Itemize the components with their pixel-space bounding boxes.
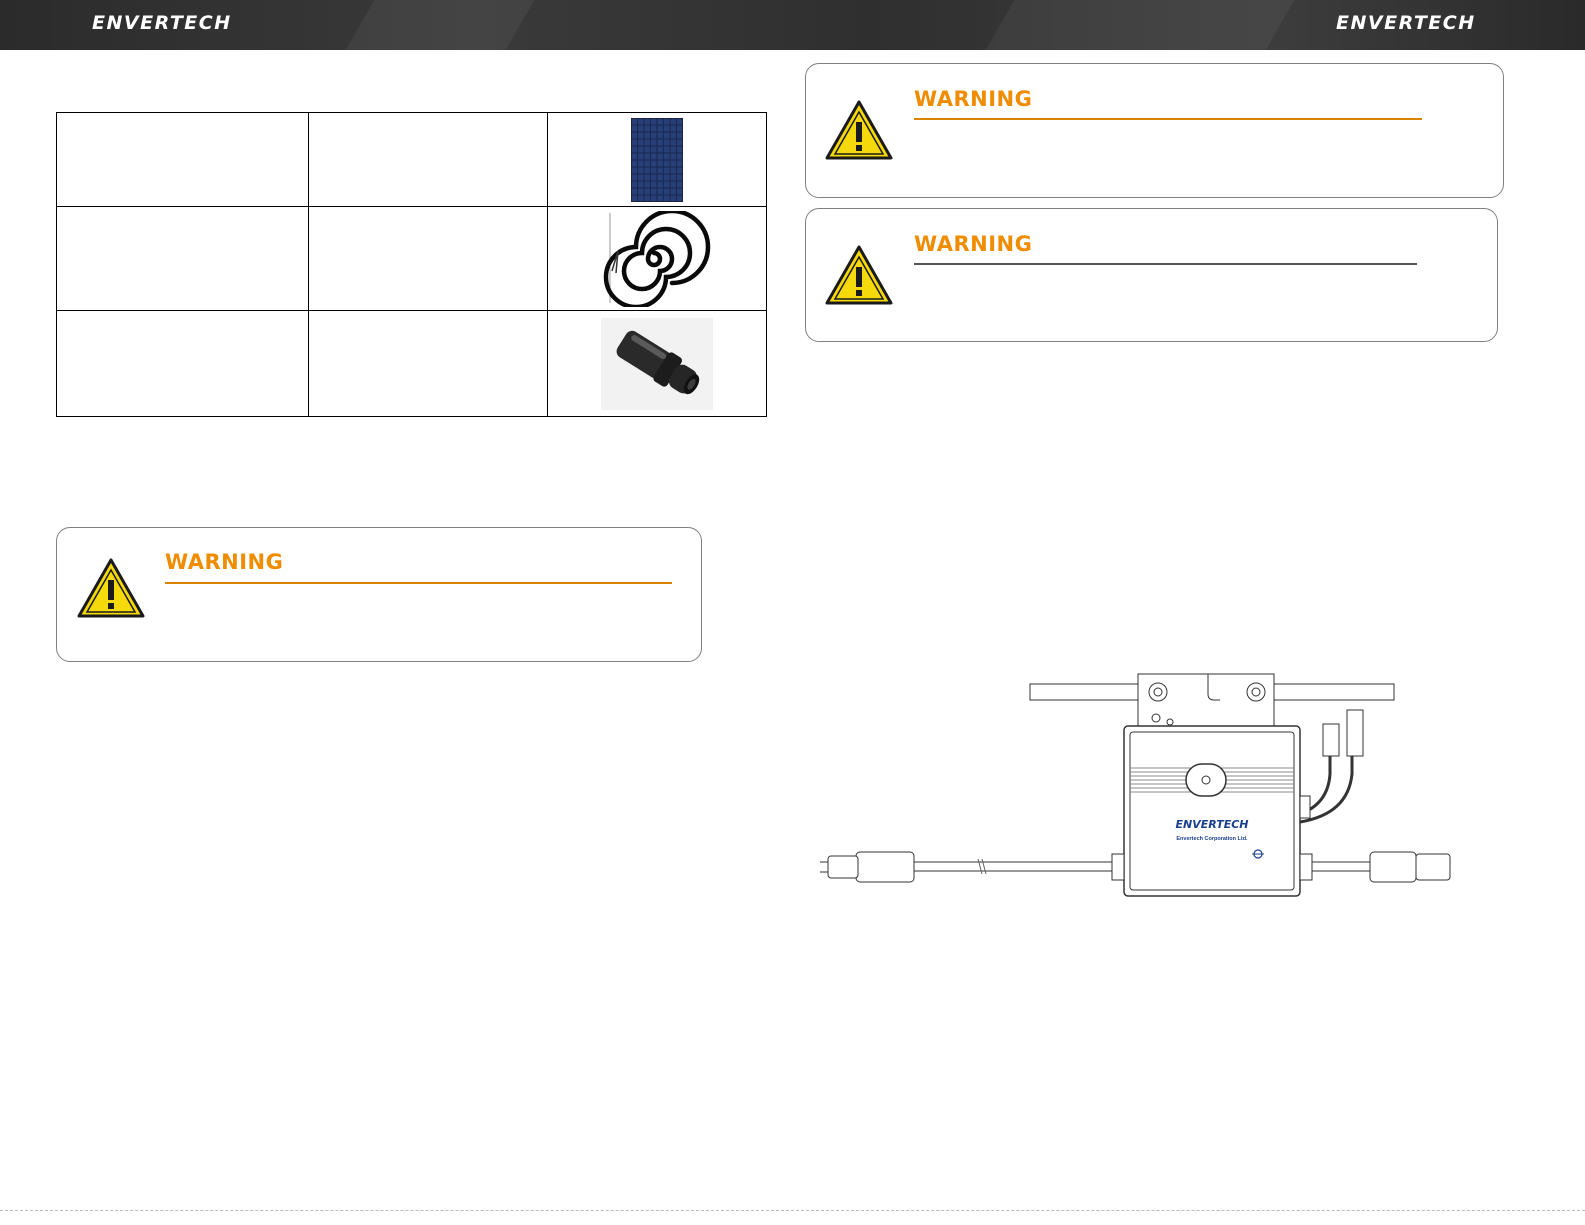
- cell-text: [309, 358, 547, 370]
- warning-body: [165, 592, 685, 604]
- cell-text: [309, 154, 547, 166]
- table-cell: [56, 206, 309, 311]
- table-cell: [308, 206, 548, 311]
- warning-title: WARNING: [165, 550, 284, 574]
- warning-body: [914, 273, 1434, 285]
- table-cell: [547, 206, 767, 311]
- warning-box: WARNING: [805, 63, 1504, 198]
- table-cell: [56, 112, 309, 207]
- table-row: [56, 310, 767, 417]
- table-cell: [308, 310, 548, 417]
- page-footer-line: [0, 1210, 1585, 1211]
- warning-box: WARNING: [805, 208, 1498, 342]
- device-company-label: Envertech Corporation Ltd.: [1176, 836, 1248, 842]
- table-cell: [308, 112, 548, 207]
- table-row: [56, 206, 767, 311]
- warning-underline: [914, 118, 1422, 120]
- page-header: ENVERTECH ENVERTECH: [0, 0, 1585, 50]
- warning-title: WARNING: [914, 87, 1033, 111]
- warning-triangle-icon: [825, 100, 893, 160]
- table-cell: [547, 310, 767, 417]
- warning-title: WARNING: [914, 232, 1033, 256]
- table-row: [56, 112, 767, 207]
- warning-underline: [165, 582, 672, 584]
- microinverter-illustration: ENVERTECH Envertech Corporation Ltd.: [820, 673, 1451, 897]
- brand-logo-left: ENVERTECH: [92, 12, 232, 34]
- warning-box: WARNING: [56, 527, 702, 662]
- cell-text: [57, 358, 308, 370]
- components-table: [56, 112, 767, 417]
- solar-panel-image: [631, 117, 683, 202]
- device-brand-label: ENVERTECH: [1175, 818, 1248, 831]
- warning-triangle-icon: [77, 558, 145, 618]
- header-stripe: [985, 0, 1295, 50]
- cell-text: [309, 253, 547, 265]
- warning-body: [914, 128, 1434, 140]
- connector-image: [601, 317, 713, 410]
- coiled-cable-image: [603, 210, 711, 307]
- warning-underline: [914, 263, 1417, 265]
- warning-triangle-icon: [825, 245, 893, 305]
- table-cell: [56, 310, 309, 417]
- brand-logo-right: ENVERTECH: [1336, 12, 1476, 34]
- header-stripe: [345, 0, 535, 50]
- cell-text: [57, 154, 308, 166]
- table-cell: [547, 112, 767, 207]
- cell-text: [57, 253, 308, 265]
